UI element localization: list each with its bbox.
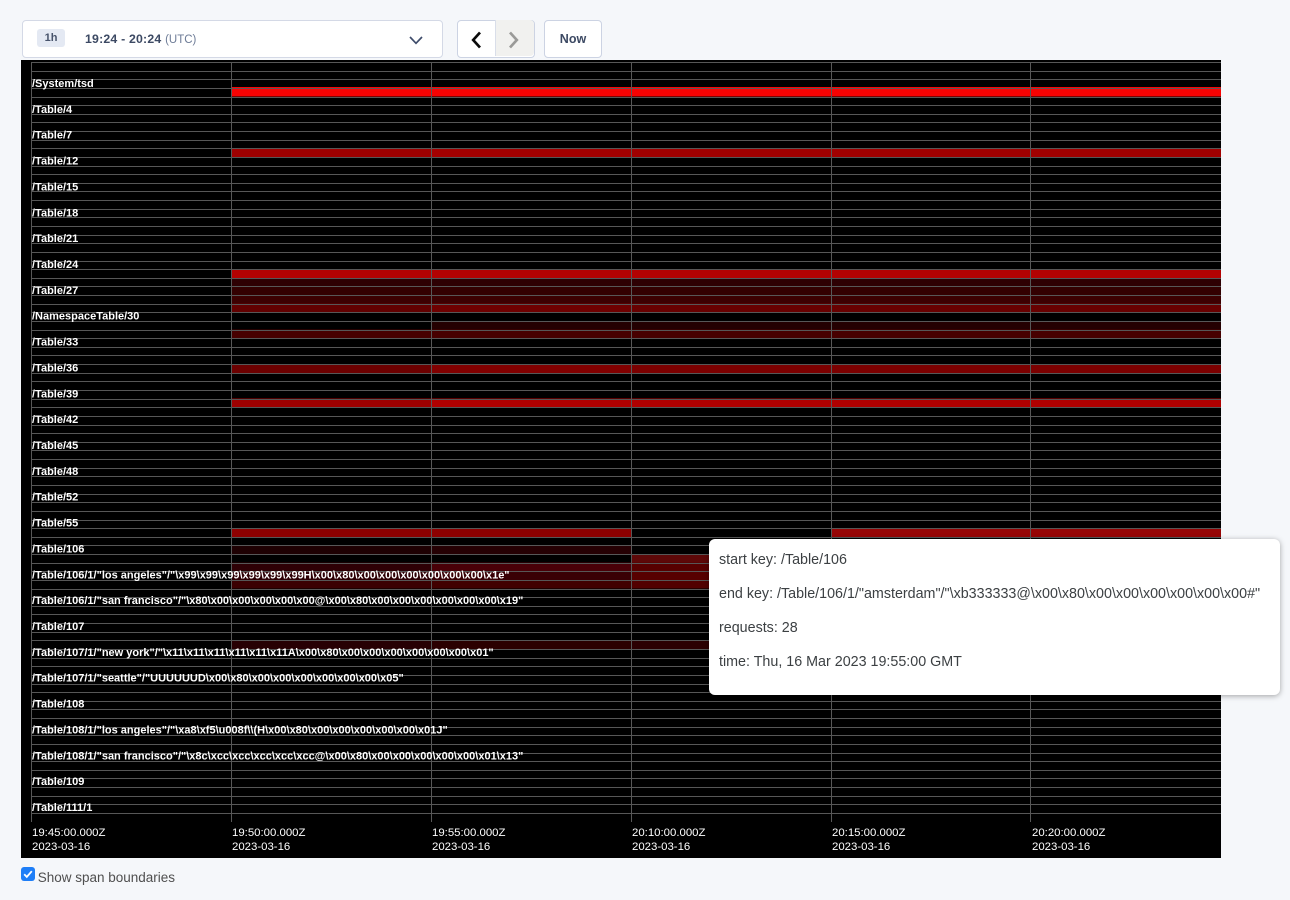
- svg-text:/Table/55: /Table/55: [32, 518, 78, 530]
- svg-text:/Table/4: /Table/4: [32, 104, 73, 116]
- svg-text:2023-03-16: 2023-03-16: [432, 841, 490, 853]
- svg-text:/Table/109: /Table/109: [32, 776, 84, 788]
- svg-text:/Table/108/1/"los angeles"/"\x: /Table/108/1/"los angeles"/"\xa8\xf5\u00…: [32, 724, 448, 736]
- svg-text:2023-03-16: 2023-03-16: [32, 841, 90, 853]
- svg-text:/Table/108/1/"san francisco"/": /Table/108/1/"san francisco"/"\x8c\xcc\x…: [32, 750, 523, 762]
- svg-text:19:55:00.000Z: 19:55:00.000Z: [432, 827, 506, 839]
- svg-text:/Table/106/1/"san francisco"/": /Table/106/1/"san francisco"/"\x80\x00\x…: [32, 595, 523, 607]
- svg-text:2023-03-16: 2023-03-16: [632, 841, 690, 853]
- svg-text:/Table/52: /Table/52: [32, 492, 78, 504]
- svg-text:/Table/106/1/"los angeles"/"\x: /Table/106/1/"los angeles"/"\x99\x99\x99…: [32, 569, 510, 581]
- svg-text:/Table/42: /Table/42: [32, 414, 78, 426]
- svg-text:/Table/36: /Table/36: [32, 362, 78, 374]
- svg-text:/Table/7: /Table/7: [32, 130, 72, 142]
- svg-text:2023-03-16: 2023-03-16: [832, 841, 890, 853]
- svg-text:/Table/21: /Table/21: [32, 233, 78, 245]
- svg-text:/Table/39: /Table/39: [32, 388, 78, 400]
- svg-text:20:10:00.000Z: 20:10:00.000Z: [632, 827, 706, 839]
- svg-text:/Table/106: /Table/106: [32, 543, 84, 555]
- svg-text:/Table/107/1/"seattle"/"UUUUUU: /Table/107/1/"seattle"/"UUUUUUD\x00\x80\…: [32, 673, 404, 685]
- svg-text:/Table/45: /Table/45: [32, 440, 78, 452]
- svg-text:/Table/24: /Table/24: [32, 259, 79, 271]
- svg-text:/Table/108: /Table/108: [32, 699, 84, 711]
- svg-text:2023-03-16: 2023-03-16: [232, 841, 290, 853]
- svg-text:2023-03-16: 2023-03-16: [1032, 841, 1090, 853]
- svg-text:19:45:00.000Z: 19:45:00.000Z: [32, 827, 106, 839]
- svg-text:/System/tsd: /System/tsd: [32, 78, 94, 90]
- svg-text:/Table/107: /Table/107: [32, 621, 84, 633]
- svg-text:/Table/48: /Table/48: [32, 466, 78, 478]
- svg-text:/Table/33: /Table/33: [32, 337, 78, 349]
- svg-text:/Table/107/1/"new york"/"\x11\: /Table/107/1/"new york"/"\x11\x11\x11\x1…: [32, 647, 494, 659]
- svg-text:/Table/12: /Table/12: [32, 156, 78, 168]
- svg-text:20:15:00.000Z: 20:15:00.000Z: [832, 827, 906, 839]
- svg-text:/Table/111/1: /Table/111/1: [32, 802, 92, 814]
- svg-text:/NamespaceTable/30: /NamespaceTable/30: [32, 311, 139, 323]
- svg-text:19:50:00.000Z: 19:50:00.000Z: [232, 827, 306, 839]
- svg-text:/Table/18: /Table/18: [32, 207, 78, 219]
- svg-text:/Table/15: /Table/15: [32, 181, 78, 193]
- svg-text:/Table/27: /Table/27: [32, 285, 78, 297]
- svg-text:20:20:00.000Z: 20:20:00.000Z: [1032, 827, 1106, 839]
